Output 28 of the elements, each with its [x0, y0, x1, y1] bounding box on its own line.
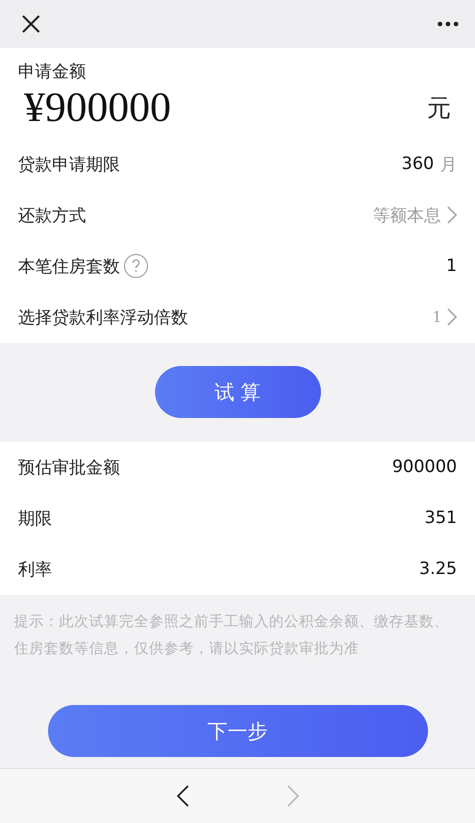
result-value: 351 — [424, 508, 457, 528]
field-label: 本笔住房套数 — [18, 256, 120, 278]
field-value[interactable]: 1 — [432, 307, 441, 328]
unit-label: 月 — [440, 154, 457, 176]
result-label: 期限 — [18, 508, 52, 530]
chevron-right-icon — [447, 308, 457, 326]
amount-value: ¥900000 — [23, 84, 171, 132]
field-label: 选择贷款利率浮动倍数 — [18, 306, 188, 329]
field-label: 申请金额 — [18, 60, 87, 83]
next-button[interactable]: 下一步 — [48, 705, 428, 758]
result-label: 预估审批金额 — [18, 456, 120, 479]
result-label: 利率 — [18, 558, 52, 581]
chevron-right-icon — [447, 206, 457, 224]
field-value: 360 — [402, 154, 434, 174]
chevron-right-icon — [286, 785, 298, 808]
help-icon[interactable] — [124, 254, 148, 278]
more-icon[interactable] — [437, 20, 459, 27]
unit-label: 元 — [427, 92, 452, 124]
field-value[interactable]: 等额本息 — [373, 204, 441, 227]
result-value: 3.25 — [419, 559, 457, 580]
field-label: 还款方式 — [18, 204, 86, 227]
field-label: 贷款申请期限 — [18, 154, 120, 176]
field-value: 1 — [446, 256, 457, 276]
close-icon[interactable] — [22, 14, 40, 33]
result-value: 900000 — [392, 457, 457, 478]
hint-text: 提示：此次试算完全参照之前手工输入的公积金余额、缴存基数、住房套数等信息，仅供参考，请以实际贷款审批为准 — [13, 612, 450, 659]
calculate-button[interactable]: 试 算 — [154, 366, 320, 418]
chevron-left-icon — [176, 785, 188, 808]
